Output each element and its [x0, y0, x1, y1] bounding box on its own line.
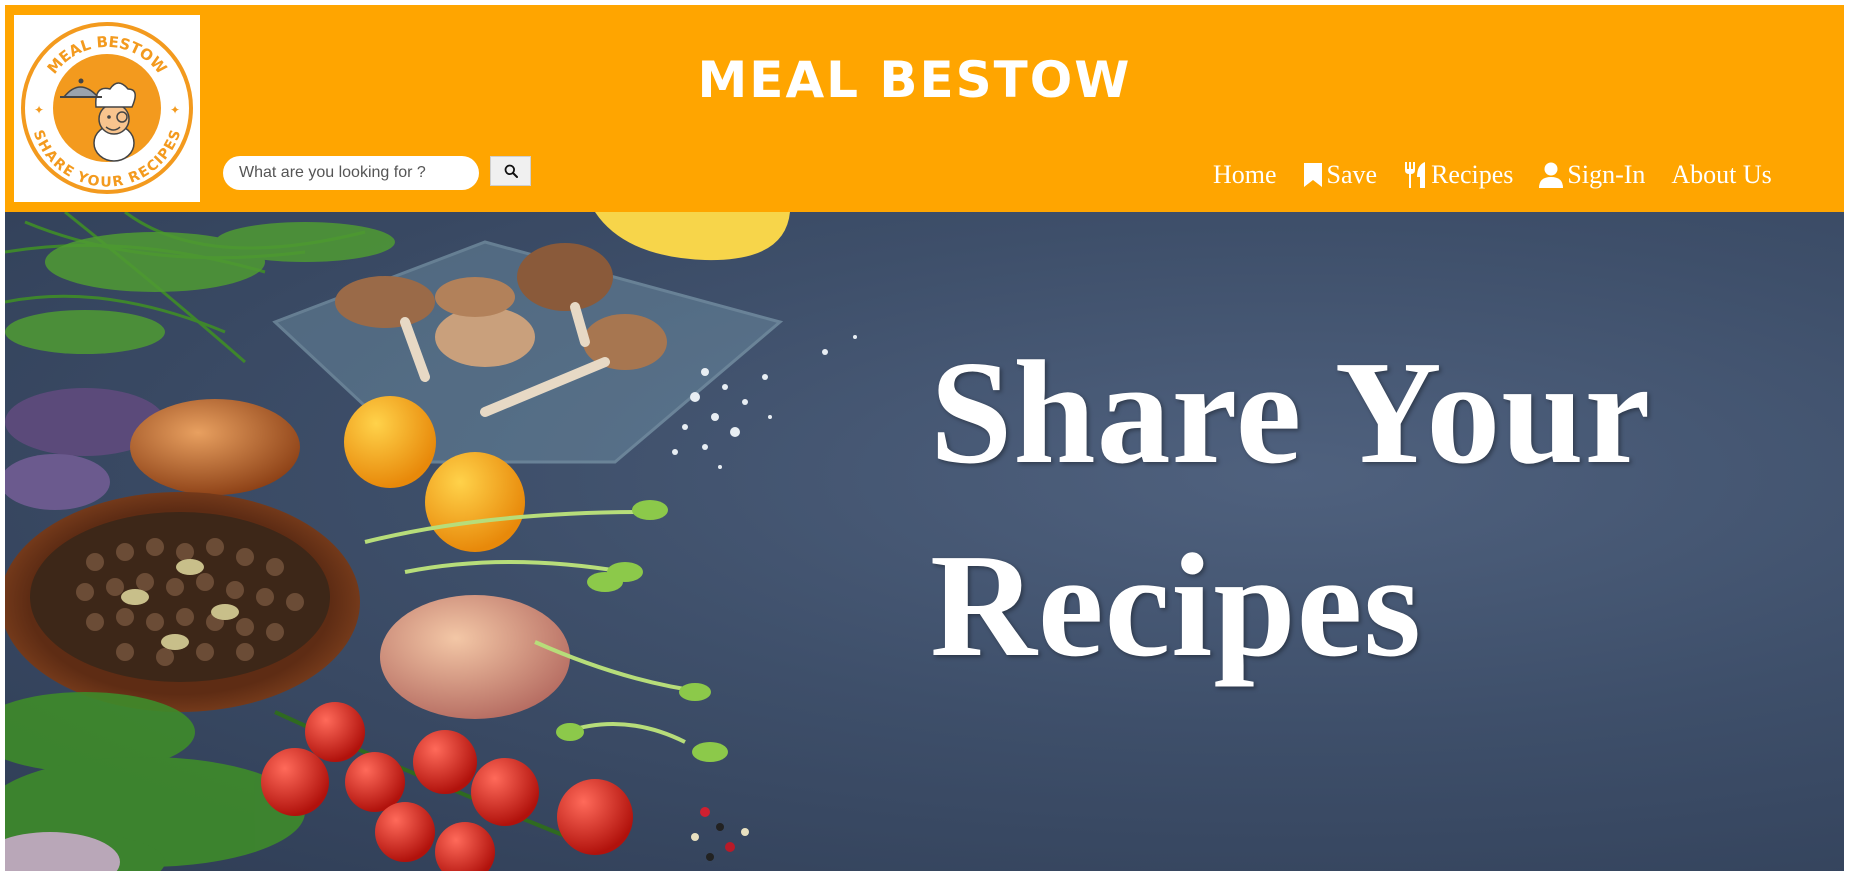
bookmark-icon [1303, 162, 1323, 188]
search-button[interactable] [490, 156, 531, 186]
hero-banner: Share Your Recipes [5, 212, 1844, 871]
svg-text:✦: ✦ [170, 103, 180, 117]
utensils-icon [1403, 161, 1427, 189]
nav-about-us[interactable]: About Us [1671, 160, 1771, 190]
site-header: MEAL BESTOW SHARE YOUR RECIPES ✦ ✦ MEAL … [5, 5, 1844, 212]
search-icon [504, 164, 518, 178]
nav-save-label: Save [1326, 160, 1378, 189]
hero-headline-line-1: Share Your [930, 331, 1652, 495]
nav-save[interactable]: Save [1303, 160, 1378, 190]
user-icon [1539, 162, 1564, 188]
page: MEAL BESTOW SHARE YOUR RECIPES ✦ ✦ MEAL … [5, 5, 1844, 871]
nav-home[interactable]: Home [1213, 160, 1277, 190]
nav-home-label: Home [1213, 160, 1277, 189]
hero-headline-line-2: Recipes [930, 524, 1422, 688]
search-input[interactable] [223, 156, 479, 190]
nav-recipes-label: Recipes [1431, 160, 1514, 189]
nav-sign-in[interactable]: Sign-In [1539, 160, 1645, 190]
nav-recipes[interactable]: Recipes [1403, 160, 1513, 190]
site-logo[interactable]: MEAL BESTOW SHARE YOUR RECIPES ✦ ✦ [14, 15, 200, 202]
nav-about-us-label: About Us [1671, 160, 1772, 189]
nav-sign-in-label: Sign-In [1567, 160, 1646, 189]
hero-background-image [5, 212, 857, 871]
site-title: MEAL BESTOW [5, 55, 1844, 105]
svg-text:✦: ✦ [34, 103, 44, 117]
chef-mascot-logo-icon: MEAL BESTOW SHARE YOUR RECIPES ✦ ✦ [21, 22, 193, 194]
site-title-text: MEAL BESTOW [697, 51, 1132, 109]
main-nav: Home Save Recipes Sign-In About Us [1213, 155, 1772, 195]
